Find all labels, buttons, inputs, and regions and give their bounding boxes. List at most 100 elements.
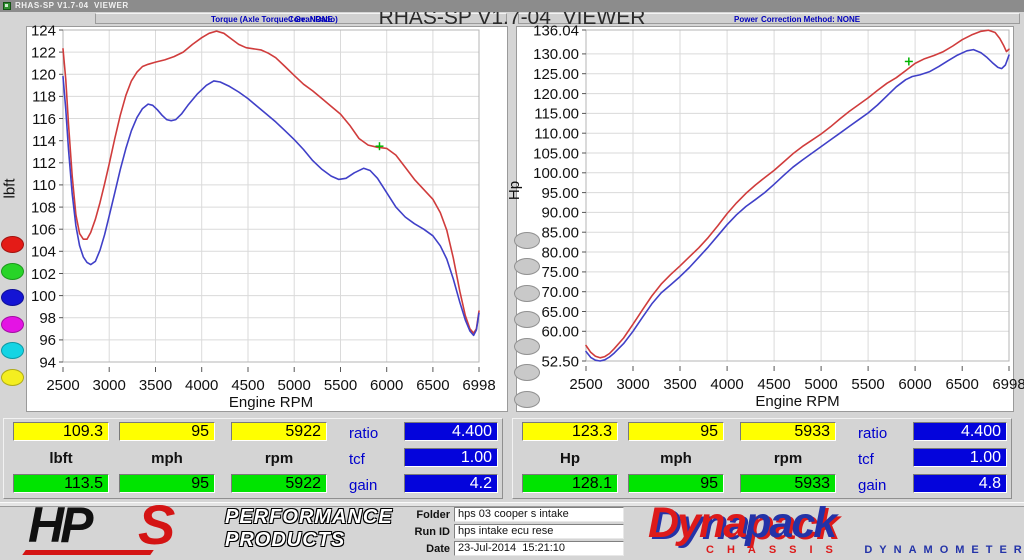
power-chart[interactable]: 136.04 130.00 125.00 120.00 115.00 110.00 105.… [516, 22, 1024, 412]
x-tick-label: 4000 [710, 376, 743, 393]
hps-logo-hp: HP [28, 497, 93, 553]
y-tick-label: 52.50 [541, 353, 579, 370]
chart-canvas: 136.04130.00125.00120.00115.00110.00105.… [533, 22, 1024, 410]
run-info-row: Folder hps 03 cooper s intake [378, 507, 628, 522]
x-tick-label: 5000 [278, 377, 311, 394]
speed-primary-readout[interactable]: 95 [628, 422, 724, 441]
app-icon[interactable] [3, 2, 11, 10]
run-slot-button-5[interactable] [514, 338, 540, 355]
rpm-secondary-readout[interactable]: 5922 [231, 474, 327, 493]
x-tick-label: 2500 [569, 376, 602, 393]
run-select-button-cyan[interactable] [1, 342, 24, 359]
ratio-field[interactable]: 4.400 [404, 422, 498, 441]
tcf-label: tcf [858, 451, 874, 468]
y-tick-label: 65.00 [541, 304, 579, 321]
y-tick-label: 75.00 [541, 264, 579, 281]
dynapack-logo-chassis: CHASSIS [706, 544, 846, 556]
folder-field[interactable]: hps 03 cooper s intake [454, 507, 624, 522]
dynapack-logo-wordmark: Dynapack [648, 502, 1018, 545]
torque-primary-readout[interactable]: 109.3 [13, 422, 109, 441]
y-tick-label: 60.00 [541, 324, 579, 341]
dynapack-logo: Dynapack CHASSIS DYNAMOMETERS [648, 502, 1024, 558]
hps-logo-s: S [138, 493, 176, 556]
x-tick-label: 5500 [851, 376, 884, 393]
run-slot-button-7[interactable] [514, 391, 540, 408]
power-primary-readout[interactable]: 123.3 [522, 422, 618, 441]
run-id-field[interactable]: hps intake ecu rese [454, 524, 624, 539]
rpm-unit-label: rpm [264, 450, 294, 467]
curve-torque-red [62, 30, 480, 335]
y-tick-label: 85.00 [541, 224, 579, 241]
dyno-viewer-window: RHAS-SP V1.7-04 VIEWER RHAS-SP V1.7-04 V… [0, 0, 1024, 560]
gain-field[interactable]: 4.8 [913, 474, 1007, 493]
dynapack-logo-dynamometers: DYNAMOMETERS [864, 544, 1024, 556]
title-bar: RHAS-SP V1.7-04 VIEWER [0, 0, 1024, 12]
y-tick-label: 80.00 [541, 244, 579, 261]
rpm-secondary-readout[interactable]: 5933 [740, 474, 836, 493]
run-slot-button-1[interactable] [514, 232, 540, 249]
y-tick-label: 118 [32, 89, 56, 106]
ratio-field[interactable]: 4.400 [913, 422, 1007, 441]
y-tick-label: 115.00 [534, 106, 579, 123]
run-info-row: Run ID hps intake ecu rese [378, 524, 628, 539]
y-tick-label: 96 [39, 332, 56, 349]
rpm-primary-readout[interactable]: 5922 [231, 422, 327, 441]
hps-logo-line2: PRODUCTS [225, 529, 346, 551]
y-tick-label: 90.00 [541, 205, 579, 222]
y-tick-label: 106 [31, 221, 56, 238]
tcf-field[interactable]: 1.00 [913, 448, 1007, 467]
plot-border [62, 29, 480, 363]
y-tick-label: 125.00 [533, 66, 579, 83]
gain-field[interactable]: 4.2 [404, 474, 498, 493]
y-tick-label: 120 [31, 67, 56, 84]
curve-power-blue [585, 48, 1010, 362]
hps-logo-line1: PERFORMANCE [225, 506, 393, 528]
run-select-button-red[interactable] [1, 236, 24, 253]
power-y-axis-label: Hp [506, 180, 524, 201]
y-tick-label: 100 [31, 288, 56, 305]
speed-unit-label: mph [660, 450, 692, 467]
tcf-field[interactable]: 1.00 [404, 448, 498, 467]
tcf-label: tcf [349, 451, 365, 468]
run-select-button-yellow[interactable] [1, 369, 24, 386]
y-tick-label: 122 [31, 44, 56, 61]
rpm-unit-label: rpm [773, 450, 803, 467]
hps-logo: HP S PERFORMANCE PRODUCTS [10, 493, 392, 558]
run-select-button-blue[interactable] [1, 289, 24, 306]
run-slot-button-4[interactable] [514, 311, 540, 328]
speed-secondary-readout[interactable]: 95 [119, 474, 215, 493]
folder-label: Folder [416, 508, 450, 521]
x-axis-title: Engine RPM [755, 393, 839, 410]
y-tick-label: 98 [39, 310, 56, 327]
gain-label: gain [858, 477, 887, 494]
rpm-primary-readout[interactable]: 5933 [740, 422, 836, 441]
run-slot-button-2[interactable] [514, 258, 540, 275]
power-readout-panel: 123.3 95 5933 Hp mph rpm 128.1 95 5933 r… [512, 418, 1012, 499]
run-slot-button-6[interactable] [514, 364, 540, 381]
run-info: Folder hps 03 cooper s intake Run ID hps… [378, 507, 628, 558]
torque-secondary-readout[interactable]: 113.5 [13, 474, 109, 493]
run-select-button-magenta[interactable] [1, 316, 24, 333]
run-info-row: Date 23-Jul-2014 15:21:10 [378, 541, 628, 556]
y-tick-label: 104 [31, 244, 56, 261]
x-tick-label: 4500 [757, 376, 790, 393]
x-tick-label: 6998 [992, 376, 1024, 393]
x-tick-label: 3000 [93, 377, 126, 394]
speed-secondary-readout[interactable]: 95 [628, 474, 724, 493]
run-select-button-green[interactable] [1, 263, 24, 280]
y-tick-label: 114 [32, 133, 56, 150]
power-secondary-readout[interactable]: 128.1 [522, 474, 618, 493]
y-tick-label: 110 [32, 177, 56, 194]
y-tick-label: 100.00 [533, 165, 579, 182]
y-tick-label: 94 [39, 354, 56, 371]
chart-canvas: 1241221201181161141121101081061041021009… [31, 22, 496, 411]
date-field[interactable]: 23-Jul-2014 15:21:10 [454, 541, 624, 556]
y-tick-label: 120.00 [533, 86, 579, 103]
y-tick-label: 102 [31, 266, 56, 283]
y-tick-label: 108 [31, 199, 56, 216]
run-slot-button-3[interactable] [514, 285, 540, 302]
ratio-label: ratio [858, 425, 888, 442]
torque-chart[interactable]: 124 122 120 118 116 114 112 110 108 106 104 102 100 9… [26, 22, 508, 412]
x-axis-title: Engine RPM [229, 394, 313, 411]
speed-primary-readout[interactable]: 95 [119, 422, 215, 441]
